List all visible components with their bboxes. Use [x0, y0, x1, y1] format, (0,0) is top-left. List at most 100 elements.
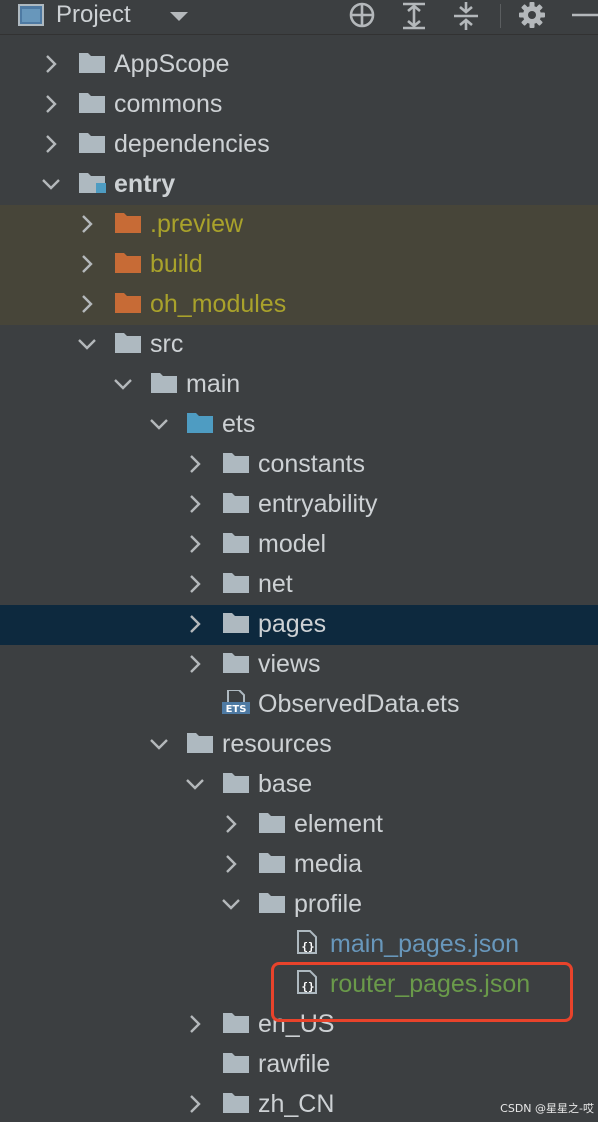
- tree-label: element: [294, 810, 383, 838]
- chevron-right-icon[interactable]: [184, 1093, 206, 1115]
- ets-file-icon: ETS: [222, 689, 250, 715]
- tree-label: constants: [258, 450, 366, 478]
- chevron-down-icon[interactable]: [148, 413, 170, 435]
- chevron-right-icon[interactable]: [184, 453, 206, 475]
- folder-icon: [78, 130, 106, 154]
- chevron-right-icon[interactable]: [220, 813, 242, 835]
- tree-label: resources: [222, 730, 332, 758]
- tree-row-net[interactable]: net: [0, 565, 598, 605]
- svg-text:ETS: ETS: [226, 704, 247, 714]
- chevron-right-icon[interactable]: [184, 493, 206, 515]
- collapse-all-icon[interactable]: [449, 0, 483, 32]
- tree-label: AppScope: [114, 50, 230, 78]
- tree-label: base: [258, 770, 313, 798]
- tree-row-appscope[interactable]: AppScope: [0, 45, 598, 85]
- svg-text:{}: {}: [301, 940, 314, 953]
- folder-icon: [222, 1010, 250, 1034]
- tree-row-base[interactable]: base: [0, 765, 598, 805]
- tree-row-oh-modules[interactable]: oh_modules: [0, 285, 598, 325]
- folder-icon: [222, 490, 250, 514]
- folder-icon: [78, 50, 106, 74]
- chevron-down-icon[interactable]: [170, 12, 188, 21]
- folder-icon: [258, 890, 286, 914]
- chevron-right-icon[interactable]: [76, 213, 98, 235]
- hide-icon[interactable]: [568, 0, 598, 32]
- chevron-down-icon[interactable]: [112, 373, 134, 395]
- chevron-right-icon[interactable]: [184, 1013, 206, 1035]
- tree-label: ets: [222, 410, 256, 438]
- chevron-right-icon[interactable]: [76, 253, 98, 275]
- folder-icon: [222, 570, 250, 594]
- gear-icon[interactable]: [515, 0, 549, 32]
- annotation-highlight-box: [271, 962, 573, 1022]
- tree-row-resources[interactable]: resources: [0, 725, 598, 765]
- module-folder-icon: [78, 170, 106, 194]
- tree-row-main[interactable]: main: [0, 365, 598, 405]
- tree-row-dependencies[interactable]: dependencies: [0, 125, 598, 165]
- tree-row-model[interactable]: model: [0, 525, 598, 565]
- tree-label: oh_modules: [150, 290, 287, 318]
- tree-label: model: [258, 530, 327, 558]
- chevron-down-icon[interactable]: [76, 333, 98, 355]
- folder-icon: [222, 1050, 250, 1074]
- tree-row-constants[interactable]: constants: [0, 445, 598, 485]
- chevron-right-icon[interactable]: [184, 533, 206, 555]
- chevron-down-icon[interactable]: [184, 773, 206, 795]
- tree-row-pages[interactable]: pages: [0, 605, 598, 645]
- tree-label: profile: [294, 890, 363, 918]
- chevron-right-icon[interactable]: [220, 853, 242, 875]
- folder-icon: [258, 850, 286, 874]
- tree-row-src[interactable]: src: [0, 325, 598, 365]
- tree-row-rawfile[interactable]: rawfile: [0, 1045, 598, 1085]
- source-folder-icon: [186, 410, 214, 434]
- tree-row-build[interactable]: build: [0, 245, 598, 285]
- tree-row-entryability[interactable]: entryability: [0, 485, 598, 525]
- chevron-right-icon[interactable]: [184, 613, 206, 635]
- folder-icon: [222, 770, 250, 794]
- excluded-folder-icon: [114, 210, 142, 234]
- folder-icon: [222, 650, 250, 674]
- tree-row-profile[interactable]: profile: [0, 885, 598, 925]
- tree-label: .preview: [150, 210, 244, 238]
- tree-row-preview[interactable]: .preview: [0, 205, 598, 245]
- tree-row-views[interactable]: views: [0, 645, 598, 685]
- chevron-down-icon[interactable]: [220, 893, 242, 915]
- tree-label: ObservedData.ets: [258, 690, 460, 718]
- chevron-right-icon[interactable]: [40, 53, 62, 75]
- tree-label: build: [150, 250, 203, 278]
- tree-row-observeddata[interactable]: ETS ObservedData.ets: [0, 685, 598, 725]
- chevron-down-icon[interactable]: [148, 733, 170, 755]
- tree-row-ets[interactable]: ets: [0, 405, 598, 445]
- project-view-icon[interactable]: [18, 4, 44, 26]
- folder-icon: [222, 1090, 250, 1114]
- chevron-right-icon[interactable]: [184, 573, 206, 595]
- folder-icon: [222, 450, 250, 474]
- project-view-title[interactable]: Project: [56, 1, 131, 29]
- tree-row-media[interactable]: media: [0, 845, 598, 885]
- tree-row-entry[interactable]: entry: [0, 165, 598, 205]
- tree-label: commons: [114, 90, 223, 118]
- project-toolbar: Project: [0, 0, 598, 35]
- tree-row-element[interactable]: element: [0, 805, 598, 845]
- project-tool-window: Project AppScope commons dependencies en…: [0, 0, 598, 1122]
- watermark: CSDN @星星之-哎: [500, 1102, 594, 1115]
- expand-all-icon[interactable]: [397, 0, 431, 32]
- tree-label: dependencies: [114, 130, 270, 158]
- chevron-right-icon[interactable]: [40, 133, 62, 155]
- tree-label: entry: [114, 170, 176, 198]
- chevron-right-icon[interactable]: [40, 93, 62, 115]
- folder-icon: [114, 330, 142, 354]
- locate-icon[interactable]: [345, 0, 379, 32]
- chevron-down-icon[interactable]: [40, 173, 62, 195]
- folder-icon: [78, 90, 106, 114]
- excluded-folder-icon: [114, 250, 142, 274]
- tree-label: rawfile: [258, 1050, 331, 1078]
- folder-icon: [150, 370, 178, 394]
- excluded-folder-icon: [114, 290, 142, 314]
- tree-row-commons[interactable]: commons: [0, 85, 598, 125]
- chevron-right-icon[interactable]: [76, 293, 98, 315]
- toolbar-separator: [500, 4, 501, 28]
- tree-row-main-pages-json[interactable]: {} main_pages.json: [0, 925, 598, 965]
- tree-label: entryability: [258, 490, 378, 518]
- chevron-right-icon[interactable]: [184, 653, 206, 675]
